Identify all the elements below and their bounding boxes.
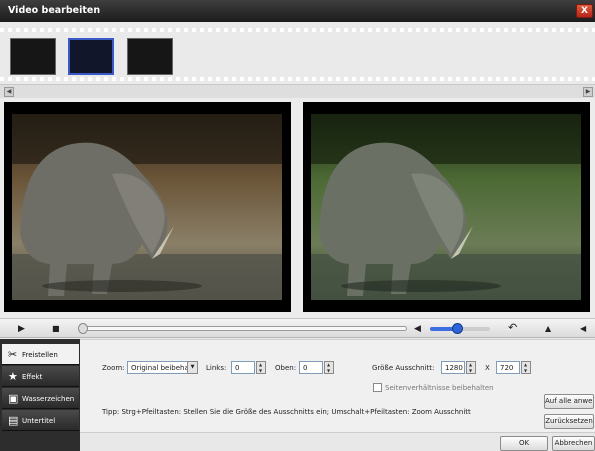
top-stepper[interactable]: ▲ ▼ [324, 361, 334, 374]
clip-thumbnail-selected[interactable] [68, 38, 114, 75]
sidebar-item-label: Wasserzeichen [22, 395, 75, 403]
title-bar: Video bearbeiten X [0, 0, 595, 22]
size-label: Größe Ausschnitt: [372, 364, 435, 372]
width-stepper[interactable]: ▲ ▼ [466, 361, 476, 374]
stop-icon[interactable]: ■ [52, 324, 60, 333]
play-icon[interactable]: ▶ [18, 324, 25, 334]
seek-slider[interactable] [78, 323, 407, 334]
scroll-left-icon[interactable]: ◀ [4, 87, 14, 97]
apply-all-button[interactable]: Auf alle anwenden [544, 394, 594, 409]
window-title: Video bearbeiten [8, 5, 101, 16]
original-preview [4, 102, 291, 312]
left-stepper[interactable]: ▲ ▼ [256, 361, 266, 374]
scroll-right-icon[interactable]: ▶ [583, 87, 593, 97]
top-input[interactable]: 0 [299, 361, 323, 374]
volume-slider[interactable] [430, 323, 490, 334]
film-perforation [0, 77, 595, 81]
video-frame-original [12, 114, 282, 300]
crop-panel: Zoom: Original beibehal ▼ Links: 0 ▲ ▼ Ob… [80, 339, 595, 432]
output-preview [303, 102, 590, 312]
clip-thumbnail[interactable] [10, 38, 56, 75]
chevron-down-icon[interactable]: ▼ [187, 361, 198, 374]
dialog-footer: OK Abbrechen [80, 432, 595, 451]
star-icon: ★ [8, 370, 18, 383]
top-label: Oben: [275, 364, 297, 372]
sidebar-item-label: Effekt [22, 373, 43, 381]
volume-handle[interactable] [452, 323, 463, 334]
sidebar-item-label: Freistellen [22, 351, 58, 359]
tip-text: Tipp: Strg+Pfeiltasten: Stellen Sie die … [102, 408, 471, 416]
sidebar-item-effekt[interactable]: ★ Effekt [2, 366, 79, 387]
ok-button[interactable]: OK [500, 436, 548, 451]
speaker-icon[interactable]: ◀ [414, 324, 421, 334]
close-icon[interactable]: X [576, 4, 593, 18]
sidebar-item-label: Untertitel [22, 417, 56, 425]
left-input[interactable]: 0 [231, 361, 255, 374]
subtitle-icon: ▤ [8, 414, 19, 427]
seek-handle[interactable] [78, 323, 88, 334]
film-perforation [0, 28, 595, 32]
cancel-button[interactable]: Abbrechen [552, 436, 595, 451]
video-frame-output [311, 114, 581, 300]
filmstrip-scrollbar[interactable]: ◀ ▶ [0, 84, 595, 98]
crop-icon: ✂ [8, 348, 18, 361]
playback-bar: ▶ ■ ◀ ↶ ▲ ◀ [0, 318, 595, 338]
edit-sidebar: ✂ Freistellen ★ Effekt ▣ Wasserzeichen ▤… [0, 339, 80, 451]
watermark-icon: ▣ [8, 392, 19, 405]
sidebar-item-wasserzeichen[interactable]: ▣ Wasserzeichen [2, 388, 79, 409]
left-label: Links: [206, 364, 227, 372]
sidebar-item-freistellen[interactable]: ✂ Freistellen [2, 344, 79, 365]
size-separator: X [485, 364, 490, 372]
rotate-icon[interactable]: ↶ [508, 321, 517, 334]
flip-icon[interactable]: ▲ [545, 324, 551, 333]
width-input[interactable]: 1280 [441, 361, 465, 374]
keep-ratio-checkbox[interactable] [373, 383, 382, 392]
zoom-label: Zoom: [102, 364, 125, 372]
mirror-icon[interactable]: ◀ [580, 324, 586, 333]
height-input[interactable]: 720 [496, 361, 520, 374]
keep-ratio-label: Seitenverhältnisse beibehalten [385, 384, 494, 392]
filmstrip [0, 22, 595, 84]
sidebar-item-untertitel[interactable]: ▤ Untertitel [2, 410, 79, 431]
height-stepper[interactable]: ▲ ▼ [521, 361, 531, 374]
reset-button[interactable]: Zurücksetzen [544, 414, 594, 429]
clip-thumbnail[interactable] [127, 38, 173, 75]
zoom-select[interactable]: Original beibehal [127, 361, 191, 374]
